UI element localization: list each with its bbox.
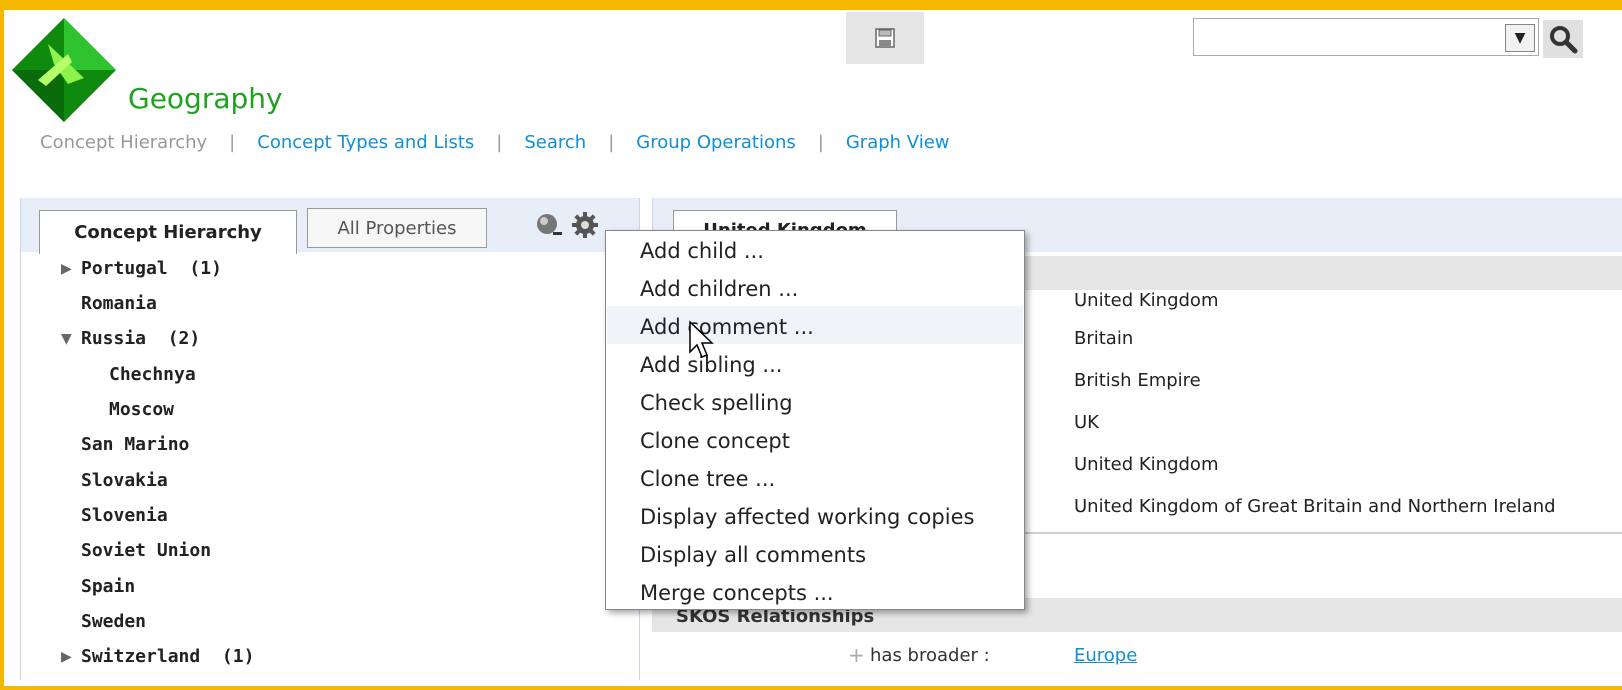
app-title: Geography [128, 82, 283, 115]
nav-tab-group-operations[interactable]: Group Operations [636, 132, 795, 153]
tree-item[interactable]: Slovenia [81, 505, 168, 526]
menu-item-check-spelling[interactable]: Check spelling [640, 391, 793, 415]
nav-separator: | [229, 132, 236, 153]
menu-item-display-affected-working-copies[interactable]: Display affected working copies [640, 505, 974, 529]
menu-item-display-all-comments[interactable]: Display all comments [640, 543, 866, 567]
save-icon [875, 28, 895, 48]
nav-separator: | [496, 132, 503, 153]
nav-separator: | [817, 132, 824, 153]
tree-item[interactable]: Russia (2) [81, 328, 200, 349]
context-menu: Add child ... Add children ... Add comme… [605, 230, 1025, 610]
tree-item[interactable]: San Marino [81, 434, 189, 455]
menu-item-merge-concepts[interactable]: Merge concepts ... [640, 581, 834, 605]
concept-hierarchy-panel: Concept Hierarchy All Properties ▶ Portu… [20, 198, 640, 680]
tree-item[interactable]: Portugal (1) [81, 258, 222, 279]
add-icon[interactable]: + [848, 643, 865, 667]
main-nav: Concept Hierarchy | Concept Types and Li… [40, 132, 950, 153]
nav-separator: | [608, 132, 615, 153]
relation-link[interactable]: Europe [1074, 645, 1137, 666]
search-input[interactable] [1193, 18, 1539, 56]
nav-tab-search[interactable]: Search [524, 132, 586, 153]
collapse-arrow-icon[interactable]: ▼ [61, 331, 72, 347]
tree-item[interactable]: Switzerland (1) [81, 646, 254, 667]
label-value: United Kingdom of Great Britain and Nort… [1074, 496, 1556, 517]
save-button[interactable] [846, 12, 924, 64]
menu-item-add-comment[interactable]: Add comment ... [640, 315, 814, 339]
tree-item[interactable]: Chechnya [109, 364, 196, 385]
tree-item[interactable]: Sweden [81, 611, 146, 632]
tree-item[interactable]: Spain [81, 576, 135, 597]
search-dropdown-button[interactable]: ▼ [1505, 24, 1535, 52]
label-value: British Empire [1074, 370, 1201, 391]
menu-item-clone-concept[interactable]: Clone concept [640, 429, 790, 453]
mouse-cursor-icon [688, 320, 718, 360]
app-logo [8, 14, 120, 126]
menu-item-add-children[interactable]: Add children ... [640, 277, 798, 301]
tab-all-properties[interactable]: All Properties [307, 208, 487, 248]
collapse-icon[interactable] [533, 210, 565, 240]
expand-arrow-icon[interactable]: ▶ [61, 261, 72, 277]
label-value: UK [1074, 412, 1099, 433]
tree-item[interactable]: Moscow [109, 399, 174, 420]
label-value: United Kingdom [1074, 454, 1219, 475]
search-icon [1550, 26, 1578, 54]
expand-arrow-icon[interactable]: ▶ [61, 649, 72, 665]
chevron-down-icon: ▼ [1514, 30, 1526, 46]
nav-tab-concept-hierarchy[interactable]: Concept Hierarchy [40, 132, 207, 153]
label-value: United Kingdom [1074, 290, 1219, 311]
nav-tab-graph-view[interactable]: Graph View [846, 132, 950, 153]
tree-item[interactable]: Slovakia [81, 470, 168, 491]
tree-item[interactable]: Soviet Union [81, 540, 211, 561]
menu-item-clone-tree[interactable]: Clone tree ... [640, 467, 775, 491]
tree-item[interactable]: Romania [81, 293, 157, 314]
relation-label: has broader : [870, 645, 990, 666]
menu-item-add-child[interactable]: Add child ... [640, 239, 764, 263]
panel-header: Concept Hierarchy All Properties [21, 198, 639, 254]
gear-icon[interactable] [569, 210, 601, 240]
label-value: Britain [1074, 328, 1134, 349]
search-button[interactable] [1543, 20, 1583, 58]
nav-tab-concept-types[interactable]: Concept Types and Lists [257, 132, 474, 153]
tab-concept-hierarchy[interactable]: Concept Hierarchy [39, 210, 297, 254]
